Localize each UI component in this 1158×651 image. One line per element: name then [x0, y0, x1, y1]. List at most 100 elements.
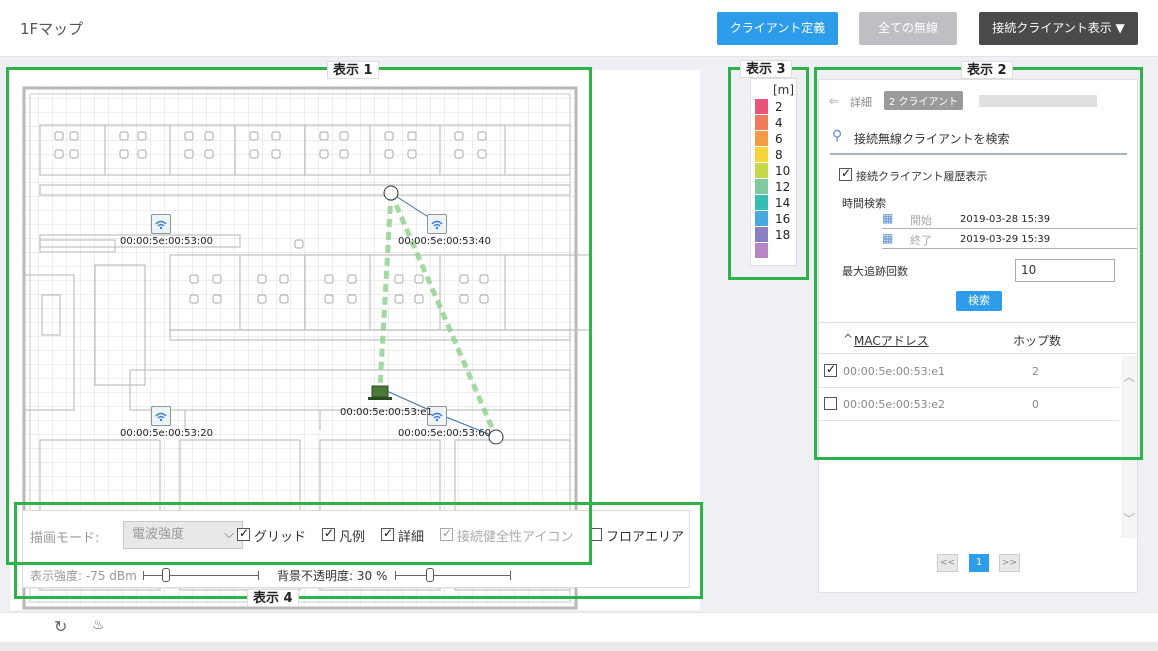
legend-swatch: [755, 227, 768, 242]
table-scrollbar[interactable]: ︿ ﹀: [1121, 356, 1137, 538]
row-checkbox[interactable]: [824, 362, 837, 377]
wifi-access-point-icon[interactable]: [151, 406, 171, 426]
legend-label: 凡例: [339, 530, 366, 545]
legend-swatch: [755, 147, 768, 162]
distance-legend: [m] 2 4 6 8 10 12 14 16 18: [750, 78, 797, 266]
all-wireless-button[interactable]: 全ての無線: [859, 12, 957, 45]
row-mac: 00:00:5e:00:53:e2: [843, 398, 946, 411]
refresh-icon[interactable]: ↻: [54, 617, 67, 636]
legend-swatch: [755, 243, 768, 258]
draw-mode-select[interactable]: 電波強度 ⌵: [123, 521, 243, 549]
trace-node[interactable]: [488, 429, 504, 445]
end-label: 終了: [910, 234, 932, 247]
section-3-tag: 表示 3: [740, 60, 792, 78]
details-checkbox[interactable]: [381, 526, 394, 541]
start-label: 開始: [910, 214, 932, 227]
grid-checkbox[interactable]: [237, 526, 250, 541]
legend-swatch: [755, 179, 768, 194]
legend-value: 6: [775, 132, 783, 146]
row-hops: 2: [1032, 365, 1039, 378]
ap-label: 00:00:5e:00:53:60: [398, 428, 491, 439]
details-title: 詳細: [850, 96, 872, 109]
end-value: 2019-03-29 15:39: [960, 234, 1051, 245]
health-icon-label: 接続健全性アイコン: [457, 530, 574, 545]
legend-swatch: [755, 99, 768, 114]
max-trace-input[interactable]: 10: [1015, 259, 1115, 282]
client-detail-panel: ⇐ 詳細 2 クライアント ⚲ 接続無線クライアントを検索 接続クライアント履歴…: [818, 79, 1138, 593]
search-input[interactable]: 接続無線クライアントを検索: [854, 130, 1010, 147]
legend-swatch: [755, 163, 768, 178]
connected-client-dropdown[interactable]: 接続クライアント表示 ▼: [979, 12, 1138, 45]
time-search-label: 時間検索: [842, 197, 886, 210]
ap-label: 00:00:5e:00:53:00: [120, 236, 213, 247]
section-2-tag: 表示 2: [961, 61, 1013, 79]
legend-swatch: [755, 195, 768, 210]
pager-page-button[interactable]: 1: [969, 554, 989, 572]
floor-area-checkbox[interactable]: [589, 528, 602, 541]
opacity-slider-thumb[interactable]: [425, 568, 434, 582]
chevron-down-icon: ⌵: [224, 527, 234, 542]
client-count-badge: 2 クライアント: [884, 91, 964, 110]
pager-next-button[interactable]: >>: [999, 554, 1020, 572]
strength-slider-thumb[interactable]: [162, 568, 171, 582]
footer-toolbar: ↻ ♨: [0, 612, 1158, 642]
scroll-down-icon[interactable]: ﹀: [1123, 510, 1135, 527]
max-trace-label: 最大追跡回数: [842, 265, 908, 278]
search-field[interactable]: ⚲ 接続無線クライアントを検索: [830, 128, 1127, 155]
header: 1Fマップ クライアント定義 全ての無線 接続クライアント表示 ▼: [0, 0, 1158, 57]
floor-area-label: フロアエリア: [606, 530, 685, 545]
legend-value: 4: [775, 116, 783, 130]
legend-value: 18: [775, 228, 791, 242]
end-time-field[interactable]: ▦ 終了 2019-03-29 15:39: [882, 231, 1137, 249]
client-label: 00:00:5e:00:53:e1: [340, 407, 433, 418]
legend-value: 14: [775, 196, 791, 210]
ap-label: 00:00:5e:00:53:20: [120, 428, 213, 439]
client-define-button[interactable]: クライアント定義: [717, 12, 838, 45]
wifi-access-point-icon[interactable]: [427, 214, 447, 234]
laptop-icon[interactable]: [368, 385, 392, 400]
mac-column-header[interactable]: MACアドレス: [854, 332, 929, 349]
legend-unit: [m]: [773, 83, 795, 97]
table-row[interactable]: 00:00:5e:00:53:e2 0: [819, 389, 1119, 421]
legend-value: 12: [775, 180, 791, 194]
back-arrow-icon[interactable]: ⇐: [829, 94, 839, 108]
opacity-slider[interactable]: [395, 568, 511, 582]
ap-label: 00:00:5e:00:53:40: [398, 236, 491, 247]
row-hops: 0: [1032, 398, 1039, 411]
strength-slider[interactable]: [143, 568, 259, 582]
legend-checkbox[interactable]: [322, 526, 335, 541]
legend-swatch: [755, 115, 768, 130]
hops-column-header[interactable]: ホップ数: [1013, 332, 1061, 349]
section-4-tag: 表示 4: [247, 589, 299, 607]
page-title: 1Fマップ: [20, 20, 84, 38]
placeholder-bar: [979, 95, 1097, 107]
strength-label: 表示強度: -75 dBm: [30, 569, 137, 583]
scroll-up-icon[interactable]: ︿: [1123, 368, 1135, 385]
section-1-tag: 表示 1: [327, 61, 379, 79]
bell-icon[interactable]: ♨: [92, 617, 105, 633]
table-row[interactable]: 00:00:5e:00:53:e1 2: [819, 356, 1119, 388]
wifi-access-point-icon[interactable]: [151, 214, 171, 234]
trace-node[interactable]: [383, 185, 399, 201]
health-icon-checkbox[interactable]: [440, 526, 453, 541]
legend-value: 16: [775, 212, 791, 226]
opacity-label: 背景不透明度: 30 %: [277, 569, 388, 583]
search-button[interactable]: 検索: [956, 291, 1002, 311]
map-controls: 描画モード: 電波強度 ⌵ グリッド 凡例 詳細 接続健全性アイコン フロアエリ…: [22, 510, 690, 588]
details-label: 詳細: [398, 530, 425, 545]
start-time-field[interactable]: ▦ 開始 2019-03-28 15:39: [882, 211, 1137, 229]
calendar-icon: ▦: [882, 231, 894, 245]
start-value: 2019-03-28 15:39: [960, 214, 1051, 225]
draw-mode-label: 描画モード:: [30, 531, 100, 546]
pager-prev-button[interactable]: <<: [937, 554, 958, 572]
legend-value: 10: [775, 164, 791, 178]
calendar-icon: ▦: [882, 211, 894, 225]
legend-value: 2: [775, 100, 783, 114]
legend-value: 8: [775, 148, 783, 162]
history-checkbox[interactable]: [839, 166, 852, 181]
legend-swatch: [755, 131, 768, 146]
grid-label: グリッド: [254, 530, 307, 545]
row-checkbox[interactable]: [824, 397, 837, 410]
draw-mode-value: 電波強度: [132, 527, 185, 542]
sort-caret-icon[interactable]: ^: [843, 332, 853, 346]
